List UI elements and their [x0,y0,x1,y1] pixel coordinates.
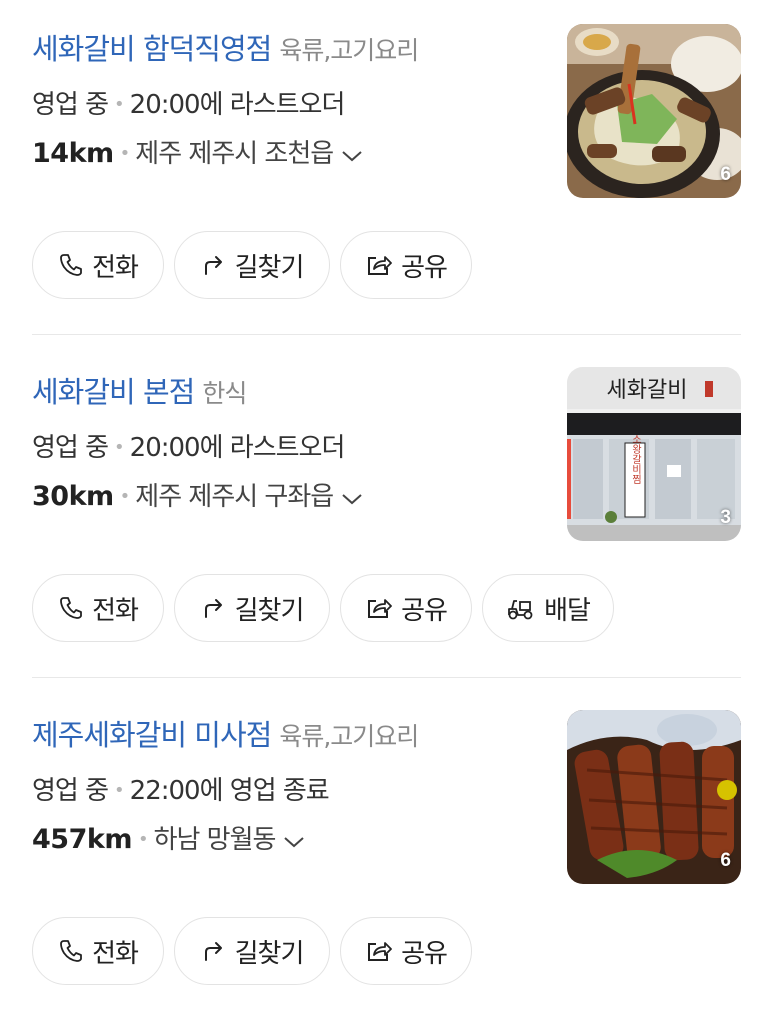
chevron-down-icon[interactable] [341,140,363,170]
share-button[interactable]: 공유 [340,574,472,642]
call-button[interactable]: 전화 [32,917,164,985]
separator-dot: • [114,780,125,801]
call-button[interactable]: 전화 [32,231,164,299]
hours-note: 22:00에 영업 종료 [129,776,330,806]
location-row[interactable]: 457km • 하남 망월동 [32,819,305,856]
phone-icon [60,254,82,276]
place-category: 한식 [202,379,247,408]
business-status: 영업 중 • 22:00에 영업 종료 [32,770,330,807]
place-header: 세화갈비 본점 한식 [32,369,247,411]
place-card: 제주세화갈비 미사점 육류,고기요리 영업 중 • 22:00에 영업 종료 457k… [0,686,773,1028]
place-card: 세화갈비 본점 한식 영업 중 • 20:00에 라스트오더 30km • 제주 제주시 … [0,343,773,685]
separator-dot: • [137,829,149,850]
open-status: 영업 중 [32,776,109,806]
place-card: 세화갈비 함덕직영점 육류,고기요리 영업 중 • 20:00에 라스트오더 14km… [0,0,773,342]
place-photo[interactable]: 6 [567,710,741,884]
address: 제주 제주시 조천읍 [135,139,334,169]
photo-count: 3 [720,507,731,528]
distance: 457km [32,824,132,855]
open-status: 영업 중 [32,90,109,120]
delivery-scooter-icon [508,600,533,620]
place-photo[interactable]: 세화갈비 소왕갈비찜 3 [567,367,741,541]
separator-dot: • [119,143,131,164]
chevron-down-icon[interactable] [283,826,305,856]
photo-count: 6 [720,850,731,871]
directions-icon [204,599,222,618]
place-name-link[interactable]: 제주세화갈비 미사점 [32,718,272,752]
delivery-label: 배달 [544,595,591,626]
directions-button[interactable]: 길찾기 [174,231,330,299]
place-category: 육류,고기요리 [279,722,419,751]
business-status: 영업 중 • 20:00에 라스트오더 [32,84,346,121]
share-button[interactable]: 공유 [340,231,472,299]
separator-dot: • [114,94,125,115]
directions-label: 길찾기 [234,595,305,626]
phone-icon [60,940,82,962]
call-label: 전화 [92,938,139,969]
delivery-button[interactable]: 배달 [482,574,614,642]
place-header: 제주세화갈비 미사점 육류,고기요리 [32,712,419,754]
phone-icon [60,597,82,619]
call-label: 전화 [92,252,139,283]
hours-note: 20:00에 라스트오더 [129,90,346,120]
directions-icon [204,942,222,961]
address: 하남 망월동 [153,825,277,855]
banner-text: 소왕갈비찜 [630,434,642,484]
business-status: 영업 중 • 20:00에 라스트오더 [32,427,346,464]
storefront-image: 세화갈비 소왕갈비찜 [567,367,741,541]
directions-label: 길찾기 [234,938,305,969]
separator-dot: • [119,486,131,507]
storefront-sign-text: 세화갈비 [607,378,688,403]
grilled-ribs-image [567,710,741,884]
distance: 14km [32,138,114,169]
place-name-link[interactable]: 세화갈비 함덕직영점 [32,32,272,66]
open-status: 영업 중 [32,433,109,463]
location-row[interactable]: 14km • 제주 제주시 조천읍 [32,133,363,170]
place-header: 세화갈비 함덕직영점 육류,고기요리 [32,26,419,68]
directions-icon [204,256,222,275]
separator-dot: • [114,437,125,458]
share-label: 공유 [401,252,448,283]
photo-count: 6 [720,164,731,185]
place-name-link[interactable]: 세화갈비 본점 [32,375,195,409]
share-icon [368,599,392,618]
share-icon [368,942,392,961]
distance: 30km [32,481,114,512]
place-category: 육류,고기요리 [279,36,419,65]
share-label: 공유 [401,595,448,626]
directions-button[interactable]: 길찾기 [174,574,330,642]
call-label: 전화 [92,595,139,626]
directions-label: 길찾기 [234,252,305,283]
share-label: 공유 [401,938,448,969]
divider [32,677,741,678]
hours-note: 20:00에 라스트오더 [129,433,346,463]
share-button[interactable]: 공유 [340,917,472,985]
address: 제주 제주시 구좌읍 [135,482,334,512]
galbi-pot-image [567,24,741,198]
divider [32,334,741,335]
place-photo[interactable]: 6 [567,24,741,198]
location-row[interactable]: 30km • 제주 제주시 구좌읍 [32,476,363,513]
directions-button[interactable]: 길찾기 [174,917,330,985]
chevron-down-icon[interactable] [341,483,363,513]
call-button[interactable]: 전화 [32,574,164,642]
share-icon [368,256,392,275]
